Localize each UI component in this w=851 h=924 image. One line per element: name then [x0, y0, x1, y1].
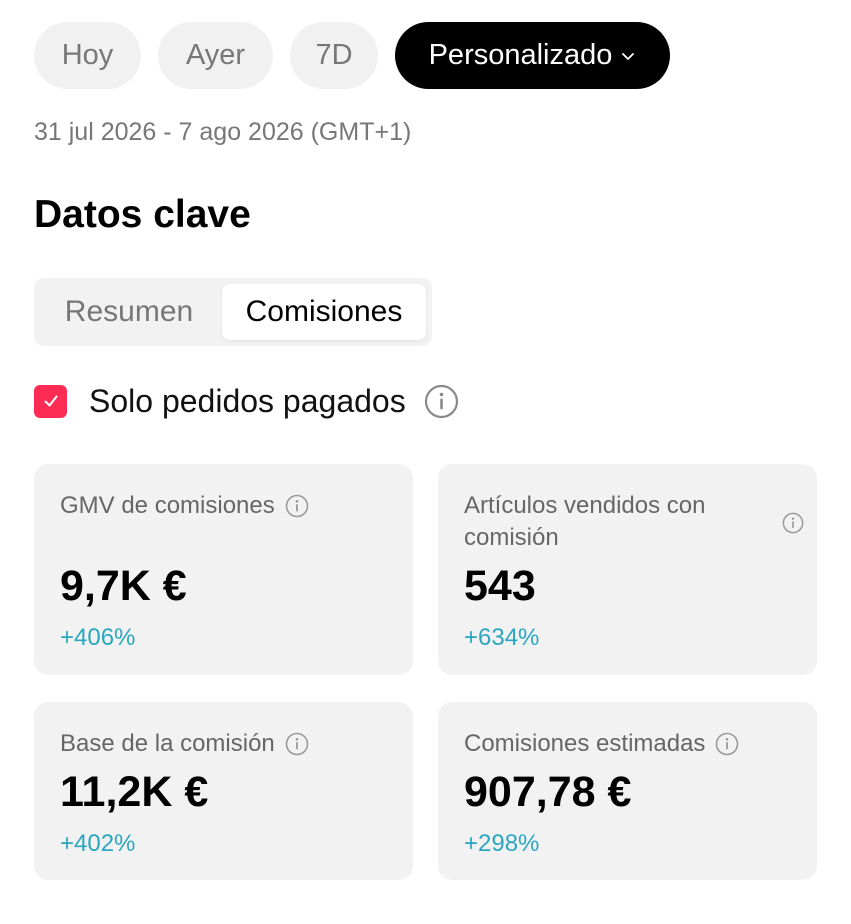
tab-resumen-label: Resumen: [64, 295, 194, 328]
metric-card-commission-base[interactable]: Base de la comisión 11,2K € +402%: [34, 702, 413, 880]
tab-comisiones[interactable]: Comisiones: [222, 284, 426, 340]
metric-label-text: Artículos vendidos con comisión: [464, 492, 706, 551]
metric-label: Artículos vendidos con comisión: [464, 490, 754, 554]
check-icon: [44, 395, 57, 407]
date-filter-hoy-label: Hoy: [61, 39, 114, 71]
metric-change: +406%: [60, 624, 136, 651]
info-icon[interactable]: [285, 732, 309, 756]
info-icon[interactable]: [285, 494, 309, 518]
date-filter-custom-label: Personalizado: [428, 39, 613, 71]
metric-change: +298%: [464, 830, 540, 857]
date-filter-hoy[interactable]: Hoy: [34, 22, 141, 89]
metric-card-estimated-commissions[interactable]: Comisiones estimadas 907,78 € +298%: [438, 702, 817, 880]
metric-card-gmv[interactable]: GMV de comisiones 9,7K € +406%: [34, 464, 413, 675]
metric-label-text: GMV de comisiones: [60, 492, 275, 519]
date-filter-ayer[interactable]: Ayer: [158, 22, 273, 89]
date-filter-7d-label: 7D: [315, 39, 353, 71]
date-range-text: 31 jul 2026 - 7 ago 2026 (GMT+1): [34, 118, 412, 146]
metric-label-text: Base de la comisión: [60, 730, 275, 757]
metric-value: 9,7K €: [60, 562, 187, 610]
paid-orders-filter: Solo pedidos pagados: [34, 380, 459, 422]
chevron-down-icon: [620, 48, 636, 64]
tab-resumen[interactable]: Resumen: [40, 284, 218, 340]
metric-label: Comisiones estimadas: [464, 728, 739, 760]
metric-value: 543: [464, 562, 536, 610]
metric-value: 11,2K €: [60, 768, 209, 816]
info-icon[interactable]: [424, 384, 459, 419]
metric-change: +634%: [464, 624, 540, 651]
section-title: Datos clave: [34, 193, 251, 236]
tab-comisiones-label: Comisiones: [245, 295, 403, 328]
metric-change: +402%: [60, 830, 136, 857]
tab-switcher: Resumen Comisiones: [34, 278, 432, 346]
date-filter-custom[interactable]: Personalizado: [395, 22, 670, 89]
date-filter-ayer-label: Ayer: [185, 39, 246, 71]
info-icon[interactable]: [782, 512, 804, 534]
info-icon[interactable]: [715, 732, 739, 756]
metric-label-text: Comisiones estimadas: [464, 730, 706, 757]
date-filter-7d[interactable]: 7D: [290, 22, 378, 89]
metric-label: GMV de comisiones: [60, 490, 309, 522]
metric-card-items-sold[interactable]: Artículos vendidos con comisión 543 +634…: [438, 464, 817, 675]
paid-orders-label: Solo pedidos pagados: [89, 382, 406, 419]
metric-label: Base de la comisión: [60, 728, 309, 760]
date-range-selector: Hoy Ayer 7D Personalizado: [34, 22, 670, 89]
paid-orders-checkbox[interactable]: [34, 384, 67, 418]
metric-value: 907,78 €: [464, 768, 632, 816]
